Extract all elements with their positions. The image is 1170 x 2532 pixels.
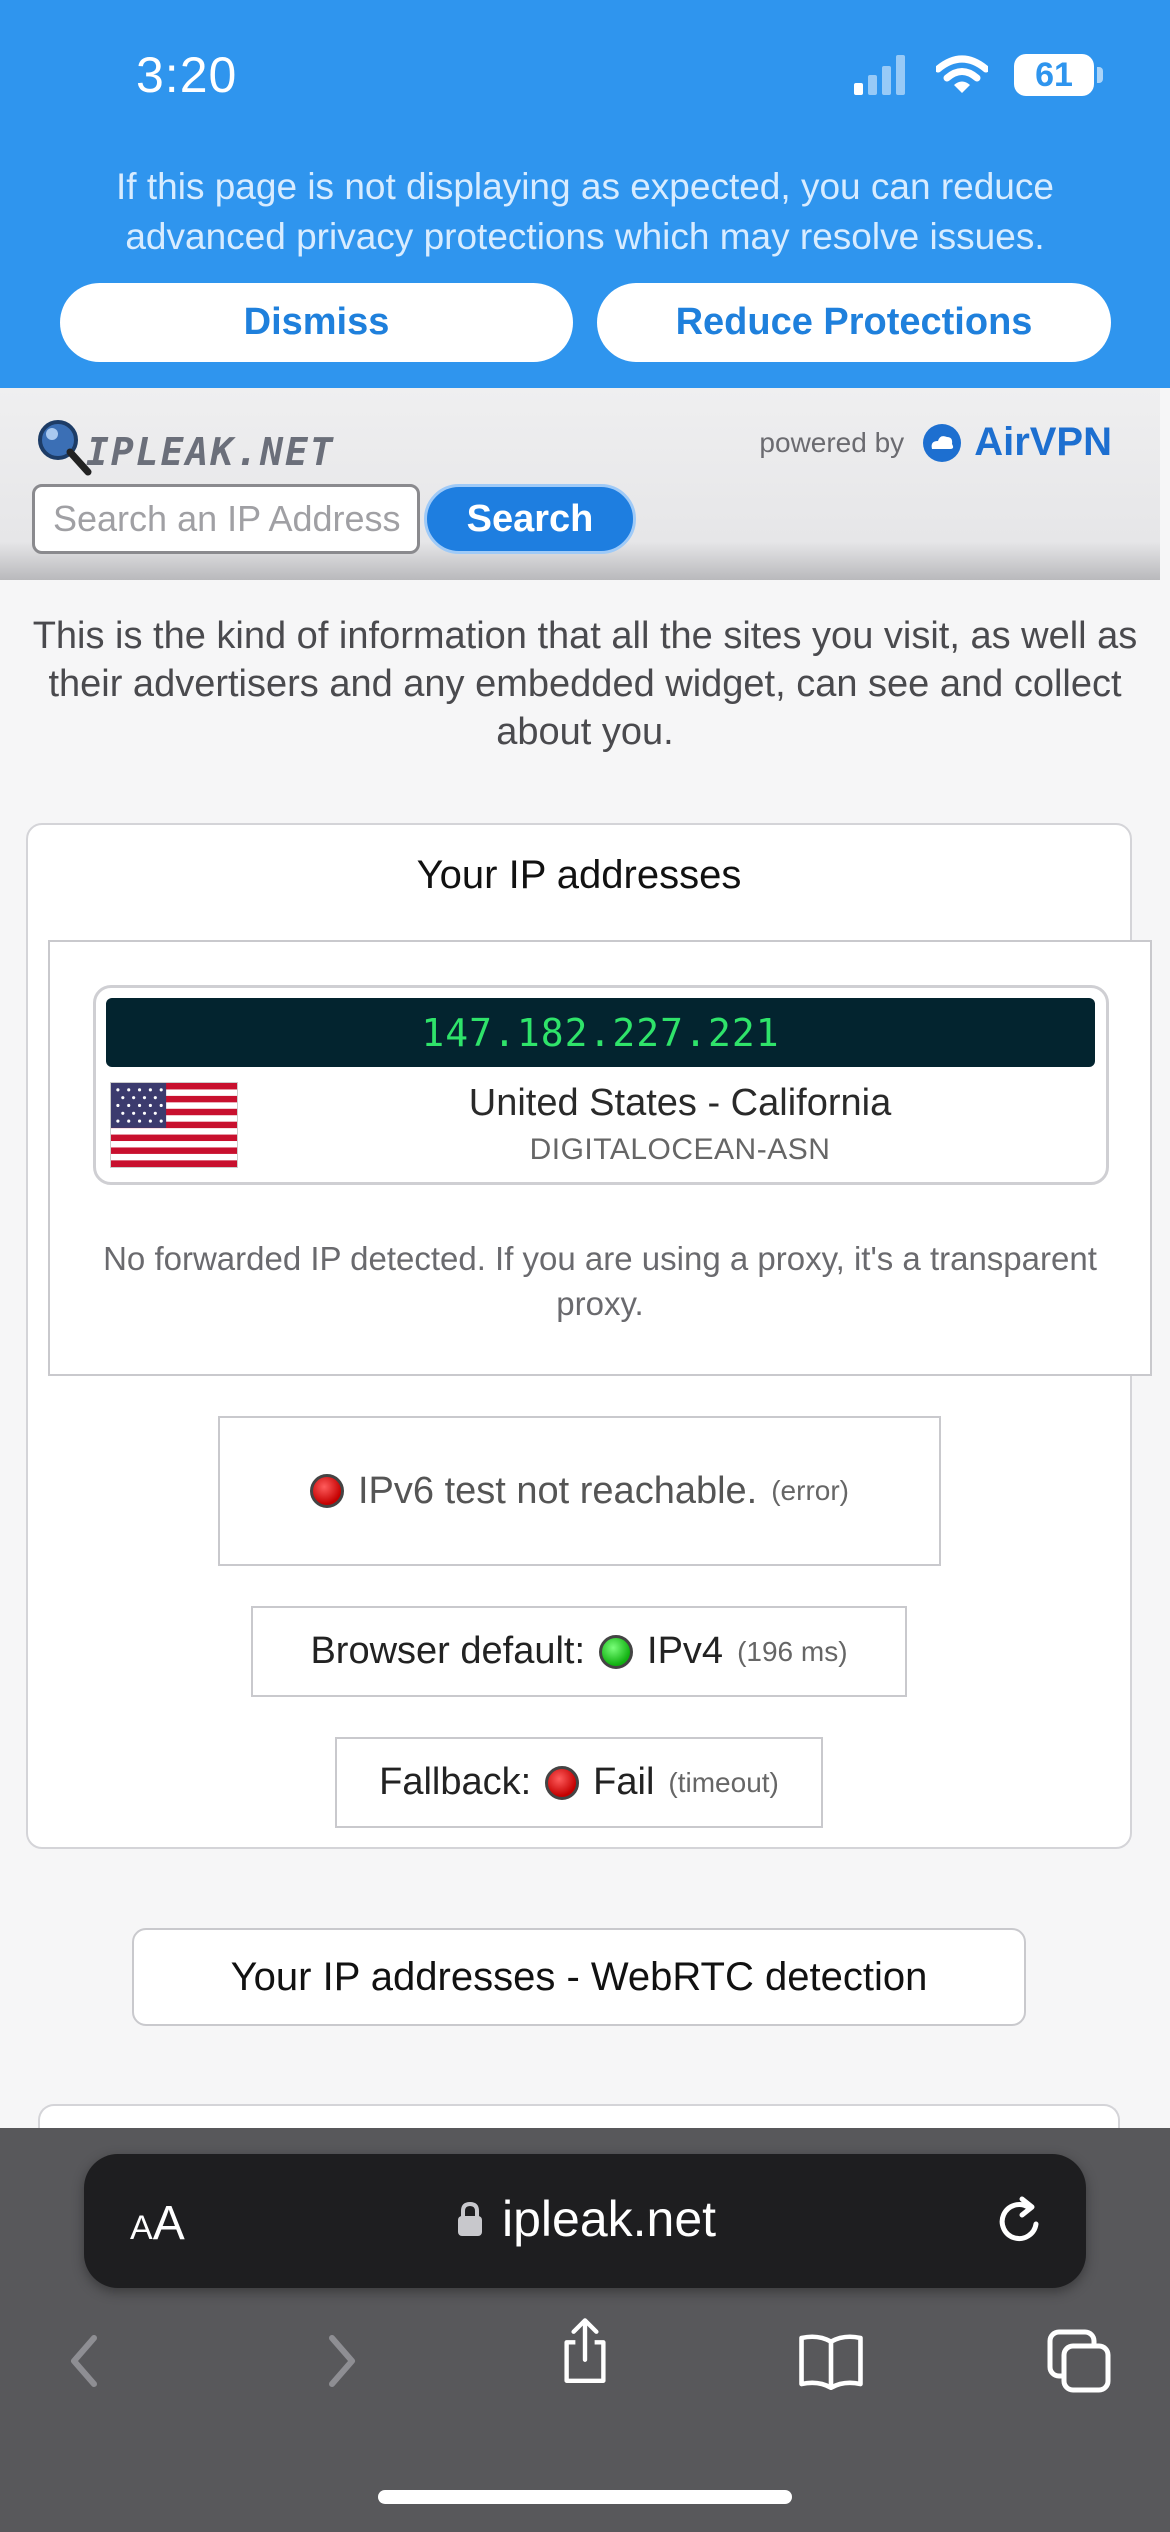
airvpn-brand: AirVPN xyxy=(974,420,1112,464)
powered-by-label: powered by xyxy=(759,426,905,458)
home-indicator xyxy=(378,2490,792,2504)
ipleak-logo[interactable]: IPLEAK.NET xyxy=(34,418,354,478)
webrtc-detection-section[interactable]: Your IP addresses - WebRTC detection xyxy=(132,1928,1026,2026)
status-time: 3:20 xyxy=(136,47,238,103)
bookmarks-icon[interactable] xyxy=(796,2326,866,2396)
status-red-icon xyxy=(309,1474,344,1508)
powered-by[interactable]: powered by AirVPN xyxy=(759,420,1112,465)
ip-asn: DIGITALOCEAN-ASN xyxy=(529,1133,831,1166)
url-display[interactable]: ipleak.net xyxy=(456,2190,716,2248)
intro-text: This is the kind of information that all… xyxy=(32,615,1138,753)
site-header: IPLEAK.NET powered by AirVPN Search xyxy=(0,388,1160,580)
lock-icon xyxy=(458,2201,482,2236)
aa-large: A xyxy=(152,2197,185,2250)
status-red-icon xyxy=(545,1765,580,1800)
fallback-box: Fallback: Fail (timeout) xyxy=(335,1737,823,1828)
browser-default-box: Browser default: IPv4 (196 ms) xyxy=(251,1606,907,1697)
share-icon[interactable] xyxy=(550,2316,620,2386)
battery-icon: 61 xyxy=(1014,54,1103,96)
browser-default-detail: (196 ms) xyxy=(737,1635,848,1667)
airvpn-cloud-icon xyxy=(923,423,962,462)
ipv6-test-text: IPv6 test not reachable. xyxy=(357,1469,758,1512)
browser-default-value: IPv4 xyxy=(647,1630,724,1672)
card-title: Your IP addresses xyxy=(416,853,742,897)
reload-icon[interactable] xyxy=(992,2194,1048,2250)
wifi-icon xyxy=(936,55,988,93)
back-icon[interactable] xyxy=(52,2326,122,2396)
magnifier-logo-icon xyxy=(38,420,92,476)
ipv6-test-box: IPv6 test not reachable. (error) xyxy=(218,1416,941,1566)
logo-text: IPLEAK.NET xyxy=(86,430,335,474)
text-size-button[interactable]: AA xyxy=(130,2196,185,2251)
ip-location: United States - California xyxy=(468,1082,892,1124)
fallback-value: Fail xyxy=(593,1761,655,1803)
tabs-icon[interactable] xyxy=(1044,2326,1114,2396)
reduce-protections-button[interactable]: Reduce Protections xyxy=(597,283,1111,362)
ipv6-test-detail: (error) xyxy=(771,1475,849,1506)
forwarded-ip-note: No forwarded IP detected. If you are usi… xyxy=(103,1240,1097,1322)
signal-icon xyxy=(854,55,905,95)
fallback-label: Fallback: xyxy=(379,1761,532,1803)
us-flag-icon xyxy=(110,1082,238,1168)
forward-icon[interactable] xyxy=(304,2326,374,2396)
ip-search-input[interactable] xyxy=(32,484,420,554)
dismiss-button[interactable]: Dismiss xyxy=(60,283,573,362)
aa-small: A xyxy=(130,2209,153,2247)
banner-message: If this page is not displaying as expect… xyxy=(116,166,1054,257)
ip-address-display: 147.182.227.221 xyxy=(106,998,1095,1067)
status-icons: 61 xyxy=(854,54,1103,96)
browser-default-label: Browser default: xyxy=(310,1630,586,1672)
url-text: ipleak.net xyxy=(502,2191,717,2247)
status-green-icon xyxy=(599,1634,634,1669)
search-button[interactable]: Search xyxy=(424,484,636,554)
fallback-detail: (timeout) xyxy=(668,1766,779,1798)
battery-level: 61 xyxy=(1035,55,1073,94)
